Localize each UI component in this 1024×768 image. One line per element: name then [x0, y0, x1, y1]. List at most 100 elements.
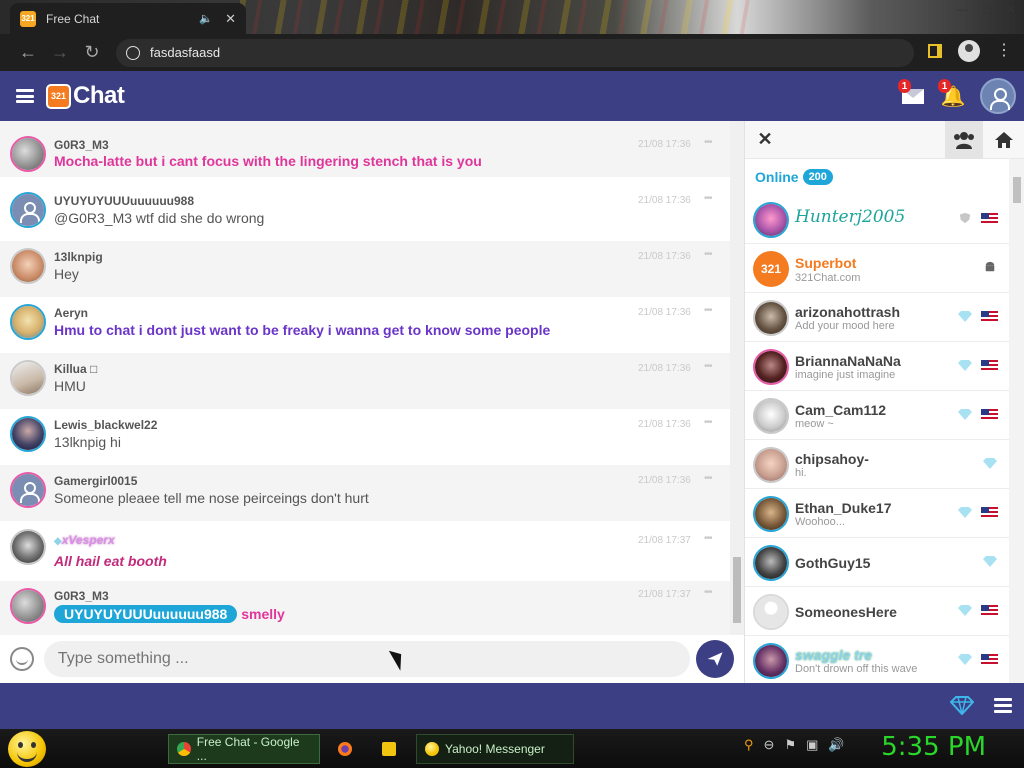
app-footer — [0, 683, 1024, 729]
taskbar-item-folder[interactable] — [374, 734, 410, 764]
user-name: GothGuy15 — [795, 555, 871, 571]
taskbar-item-chrome[interactable]: Free Chat - Google ... — [168, 734, 320, 764]
browser-profile-icon[interactable] — [958, 40, 980, 62]
user-avatar — [753, 202, 789, 238]
message-time: 21/08 17:36 — [638, 363, 691, 374]
maximize-icon[interactable]: ◻ — [982, 2, 992, 16]
taskbar-item-firefox[interactable] — [330, 734, 366, 764]
chat-message: Killua □ HMU 21/08 17:36 ••• — [0, 353, 730, 409]
message-options-icon[interactable]: ••• — [704, 533, 712, 544]
network-icon[interactable]: ▣ — [806, 737, 818, 753]
chat-scrollbar-thumb[interactable] — [733, 557, 741, 623]
message-username[interactable]: Aeryn — [54, 306, 88, 320]
message-input[interactable] — [43, 641, 691, 677]
user-avatar[interactable] — [10, 588, 46, 624]
panel-close-icon[interactable]: ✕ — [745, 129, 785, 150]
globe-icon — [126, 45, 140, 60]
mention-tag[interactable]: UYUYUYUUUuuuuuu988 — [54, 605, 238, 623]
user-row[interactable]: Hunterj2005 — [745, 195, 1009, 244]
users-tab[interactable] — [945, 121, 983, 159]
url-input[interactable]: fasdasfaasd — [116, 38, 914, 67]
flag-icon[interactable]: ⚑ — [784, 737, 796, 753]
start-button-smiley-icon[interactable] — [8, 731, 46, 767]
user-avatar[interactable] — [10, 360, 46, 396]
message-username[interactable]: 13lknpig — [54, 250, 103, 264]
diamond-store-icon[interactable] — [950, 695, 974, 715]
user-row[interactable]: arizonahottrash Add your mood here — [745, 293, 1009, 342]
taskbar-item-yahoo-messenger[interactable]: Yahoo! Messenger — [416, 734, 574, 764]
notifications-button[interactable]: 🔔 1 — [938, 79, 966, 108]
user-avatar[interactable] — [10, 136, 46, 172]
user-avatar[interactable] — [10, 192, 46, 228]
user-row[interactable]: Cam_Cam112 meow ~ — [745, 391, 1009, 440]
address-bar-row: ← → ↻ fasdasfaasd — [0, 34, 1024, 71]
volume-icon[interactable]: 🔊 — [828, 737, 844, 753]
minus-circle-icon[interactable]: ⊖ — [764, 737, 775, 753]
bot-avatar: 321 — [753, 251, 789, 287]
emoji-picker-icon[interactable] — [10, 647, 34, 671]
online-count-badge: 200 — [802, 169, 833, 185]
message-username[interactable]: Killua □ — [54, 362, 97, 376]
message-options-icon[interactable]: ••• — [704, 361, 712, 372]
user-row[interactable]: SomeonesHere — [745, 587, 1009, 636]
message-text: Hey — [54, 266, 79, 282]
message-username[interactable]: G0R3_M3 — [54, 138, 109, 152]
user-avatar[interactable] — [10, 304, 46, 340]
us-flag-icon — [981, 213, 998, 225]
message-username[interactable]: Gamergirl0015 — [54, 474, 137, 488]
tab-title: Free Chat — [46, 11, 100, 26]
message-options-icon[interactable]: ••• — [704, 137, 712, 148]
diamond-icon: ◆ — [54, 536, 62, 547]
user-row[interactable]: chipsahoy- hi. — [745, 440, 1009, 489]
message-options-icon[interactable]: ••• — [704, 417, 712, 428]
tab-audio-icon[interactable]: 🔈 — [199, 12, 213, 25]
message-username[interactable]: G0R3_M3 — [54, 589, 109, 603]
user-avatar[interactable] — [10, 416, 46, 452]
panel-toolbar: ✕ — [745, 121, 1024, 159]
user-list-scrollbar-thumb[interactable] — [1013, 177, 1021, 203]
diamond-icon — [958, 605, 972, 616]
user-avatar[interactable] — [10, 529, 46, 565]
user-avatar[interactable] — [10, 472, 46, 508]
taskbar-clock[interactable]: 5:35 PM — [881, 732, 986, 762]
footer-menu-icon[interactable] — [994, 697, 1012, 713]
side-panel-icon[interactable] — [928, 44, 942, 58]
us-flag-icon — [981, 605, 998, 617]
us-flag-icon — [981, 507, 998, 519]
user-list-scrollbar[interactable] — [1009, 159, 1024, 683]
message-options-icon[interactable]: ••• — [704, 193, 712, 204]
user-row[interactable]: BriannaNaNaNa imagine just imagine — [745, 342, 1009, 391]
message-options-icon[interactable]: ••• — [704, 249, 712, 260]
wallpaper-theme — [240, 0, 760, 34]
browser-menu-icon[interactable]: ⋮ — [996, 43, 1012, 59]
search-icon[interactable]: ⚲ — [744, 737, 754, 753]
tab-close-icon[interactable]: ✕ — [225, 11, 236, 27]
send-button[interactable] — [696, 640, 735, 678]
chat-scrollbar[interactable] — [730, 121, 744, 635]
message-options-icon[interactable]: ••• — [704, 587, 712, 598]
notification-badge: 1 — [938, 79, 951, 93]
back-arrow-icon[interactable]: ← — [12, 42, 44, 63]
window-close-icon[interactable]: ✕ — [1006, 2, 1016, 16]
user-row[interactable]: Ethan_Duke17 Woohoo... — [745, 489, 1009, 538]
user-name: BriannaNaNaNa — [795, 353, 901, 369]
message-text-body: smelly — [241, 606, 285, 622]
forward-arrow-icon[interactable]: → — [44, 42, 76, 63]
message-username[interactable]: Lewis_blackwel22 — [54, 418, 157, 432]
message-username[interactable]: UYUYUYUUUuuuuuu988 — [54, 194, 194, 208]
user-row[interactable]: swaggle tre Don't drown off this wave — [745, 636, 1009, 683]
reload-icon[interactable]: ↻ — [76, 42, 108, 63]
user-avatar[interactable] — [10, 248, 46, 284]
user-row[interactable]: GothGuy15 — [745, 538, 1009, 587]
minimize-icon[interactable]: — — [956, 2, 968, 16]
message-username[interactable]: ◆xVesperx — [54, 533, 115, 547]
footer-actions — [950, 695, 1012, 715]
user-row[interactable]: 321 Superbot 321Chat.com — [745, 244, 1009, 293]
main-menu-icon[interactable] — [16, 89, 34, 103]
account-avatar-button[interactable] — [980, 78, 1016, 114]
message-options-icon[interactable]: ••• — [704, 305, 712, 316]
private-messages-button[interactable]: 1 — [898, 79, 926, 107]
browser-tab[interactable]: 321 Free Chat 🔈 ✕ — [10, 3, 246, 34]
home-tab[interactable] — [985, 121, 1023, 159]
message-options-icon[interactable]: ••• — [704, 473, 712, 484]
